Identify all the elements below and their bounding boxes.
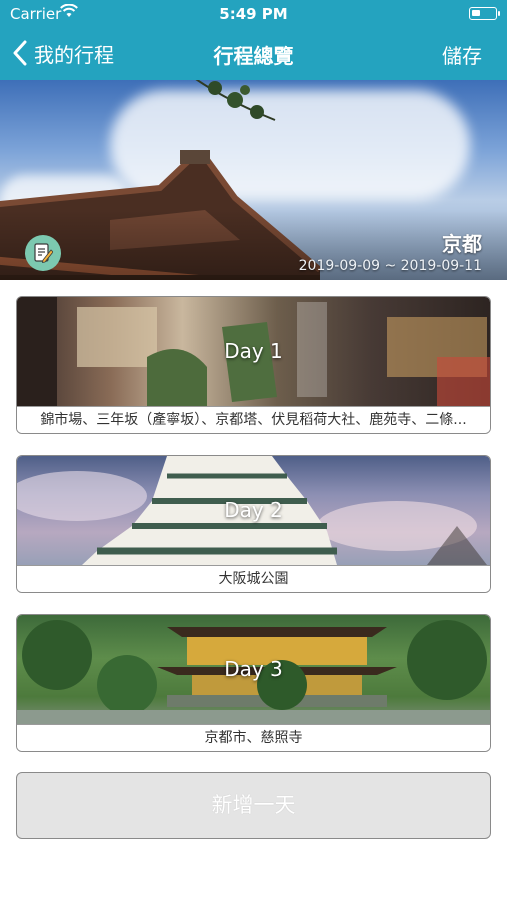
day-card-2[interactable]: Day 2 大阪城公園 [16,455,491,593]
day-places: 錦市場、三年坂（產寧坂）、京都塔、伏見稻荷大社、鹿苑寺、二條... [17,406,490,433]
battery-icon [469,7,500,20]
day-label: Day 2 [224,498,283,522]
edit-trip-button[interactable] [25,235,61,271]
day-places: 大阪城公園 [17,565,490,592]
day-places: 京都市、慈照寺 [17,724,490,751]
day-label: Day 1 [224,339,283,363]
top-bar: Carrier 5:49 PM 我的行程 行程總覽 儲存 [0,0,507,80]
tree-branch-decoration [195,80,276,121]
clock: 5:49 PM [219,5,288,23]
trip-overview-screen: Carrier 5:49 PM 我的行程 行程總覽 儲存 京都 2019-09-… [0,0,507,900]
day-card-3[interactable]: Day 3 京都市、慈照寺 [16,614,491,752]
trip-city: 京都 [442,232,482,256]
trip-cover-image: 京都 2019-09-09 ~ 2019-09-11 [0,80,507,280]
add-day-button[interactable]: 新增一天 [16,772,491,839]
day-1-photo: Day 1 [17,297,490,406]
day-card-1[interactable]: Day 1 錦市場、三年坂（產寧坂）、京都塔、伏見稻荷大社、鹿苑寺、二條... [16,296,491,434]
day-label: Day 3 [224,657,283,681]
trip-date-range: 2019-09-09 ~ 2019-09-11 [298,258,482,274]
chevron-left-icon [13,40,27,66]
navigation-bar: 我的行程 行程總覽 儲存 [0,28,507,80]
status-bar: Carrier 5:49 PM [0,0,507,28]
back-button[interactable]: 我的行程 [12,38,114,68]
back-button-label: 我的行程 [34,42,114,67]
save-button[interactable]: 儲存 [442,40,482,69]
day-3-photo: Day 3 [17,615,490,724]
day-2-photo: Day 2 [17,456,490,565]
edit-note-icon [34,243,53,264]
